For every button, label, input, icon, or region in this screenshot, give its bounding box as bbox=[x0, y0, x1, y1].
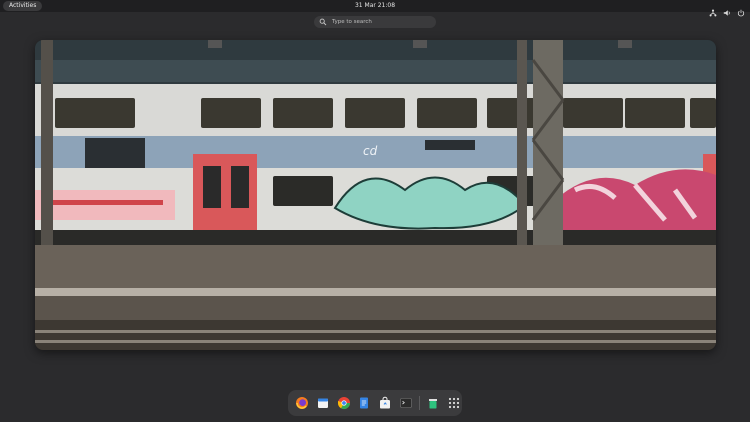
top-bar: Activities 31 Mar 21:08 bbox=[0, 0, 750, 17]
chrome-icon bbox=[337, 397, 350, 410]
volume-icon[interactable] bbox=[723, 2, 731, 16]
software-bag-icon bbox=[379, 396, 390, 409]
power-icon[interactable] bbox=[737, 2, 745, 17]
document-icon bbox=[360, 397, 369, 409]
dock bbox=[288, 390, 462, 416]
firefox-icon bbox=[296, 397, 309, 409]
dock-trash[interactable] bbox=[425, 394, 442, 412]
system-tray[interactable] bbox=[709, 2, 745, 17]
dock-chrome[interactable] bbox=[335, 394, 352, 412]
clock[interactable]: 31 Mar 21:08 bbox=[0, 0, 750, 12]
dock-text-editor[interactable] bbox=[356, 394, 373, 412]
dock-app-grid[interactable] bbox=[445, 394, 462, 412]
calendar-icon bbox=[317, 398, 328, 408]
window-preview[interactable]: cd bbox=[35, 40, 716, 350]
train-photo: cd bbox=[35, 40, 716, 350]
dock-terminal[interactable] bbox=[397, 394, 414, 412]
search-input[interactable]: Type to search bbox=[314, 16, 436, 28]
dock-separator bbox=[418, 396, 420, 410]
svg-text:cd: cd bbox=[363, 144, 378, 158]
network-icon[interactable] bbox=[709, 2, 717, 17]
trash-icon bbox=[429, 399, 438, 409]
dock-firefox[interactable] bbox=[294, 394, 311, 412]
dock-calendar[interactable] bbox=[315, 394, 332, 412]
dock-software[interactable] bbox=[377, 394, 394, 412]
grid-icon bbox=[448, 397, 459, 409]
search-placeholder: Type to search bbox=[332, 19, 372, 25]
search-icon bbox=[319, 18, 327, 26]
terminal-icon bbox=[399, 398, 412, 408]
